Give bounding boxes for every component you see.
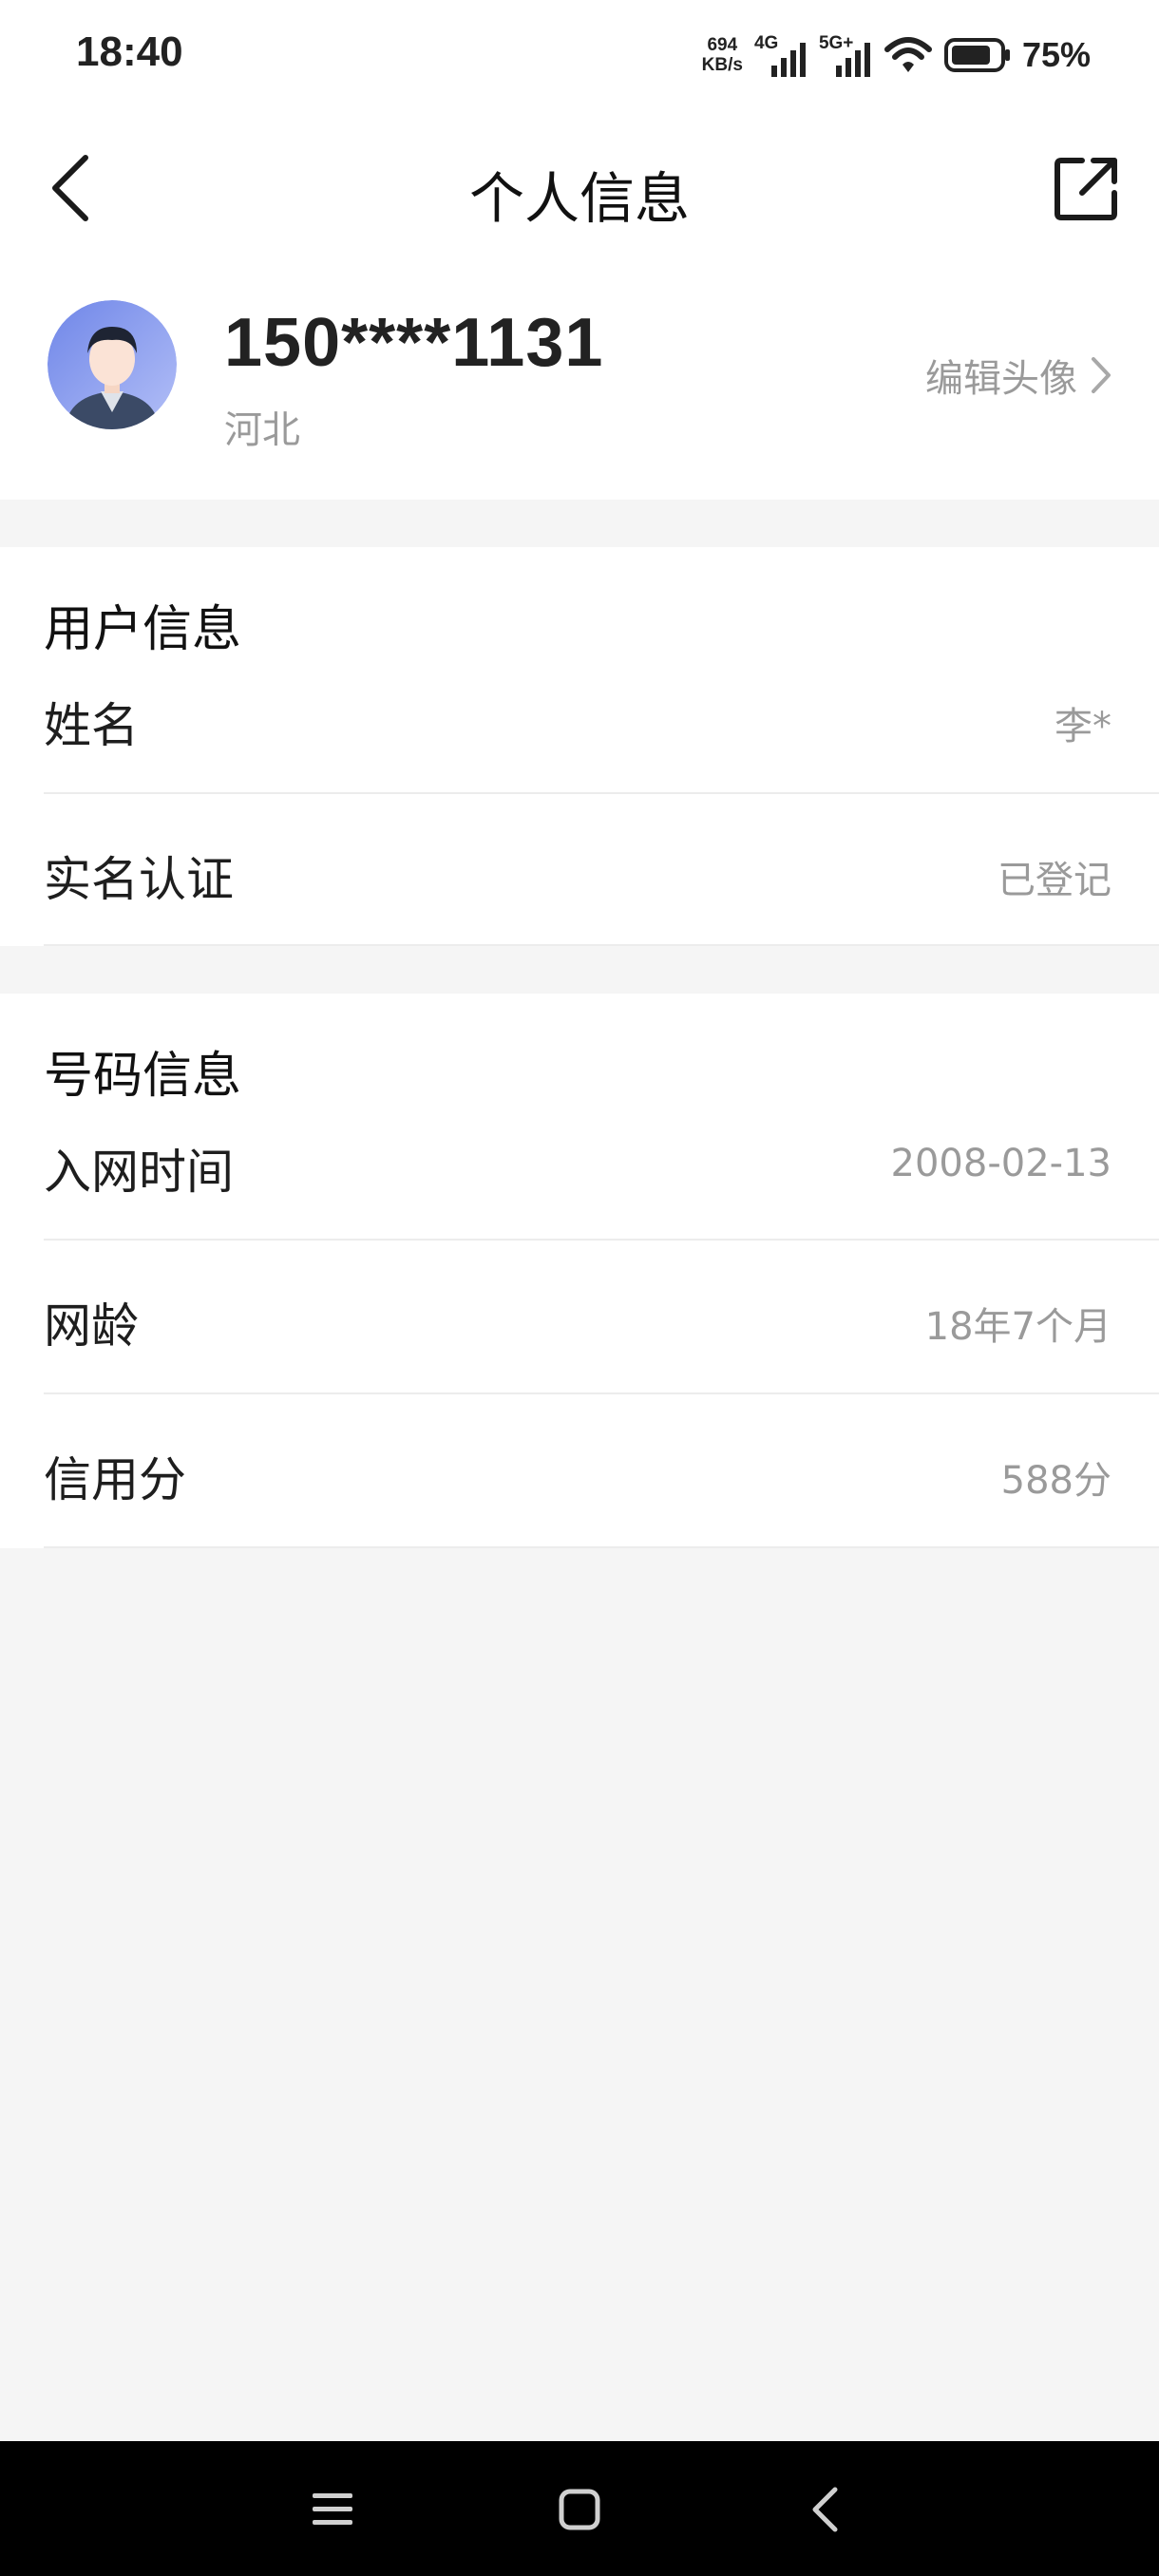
home-square-icon xyxy=(559,2489,600,2530)
profile-header: 150****1131 河北 编辑头像 xyxy=(0,268,1159,500)
home-button[interactable] xyxy=(545,2475,614,2544)
edit-avatar-button[interactable]: 编辑头像 xyxy=(925,348,1112,403)
menu-button[interactable] xyxy=(298,2475,367,2544)
back-system-button[interactable] xyxy=(790,2475,859,2544)
chevron-right-icon xyxy=(1092,357,1111,393)
row-network-age: 网龄 18年7个月 xyxy=(44,1241,1159,1394)
number-info-title: 号码信息 xyxy=(44,1048,242,1105)
section-gap xyxy=(0,946,1159,994)
row-value: 已登记 xyxy=(998,859,1112,902)
battery-percent: 75% xyxy=(1021,35,1091,74)
network-speed-unit: KB/s xyxy=(701,55,743,75)
sim2-signal-icon: 5G+ xyxy=(819,33,872,77)
row-label: 入网时间 xyxy=(44,1145,234,1200)
menu-icon xyxy=(313,2493,352,2525)
row-real-name-auth: 实名认证 已登记 xyxy=(44,794,1159,946)
page-title: 个人信息 xyxy=(468,166,690,231)
status-bar: 18:40 694 KB/s 4G 5G+ 75% xyxy=(0,0,1159,112)
avatar[interactable] xyxy=(48,300,177,429)
network-speed: 694 KB/s xyxy=(702,35,743,75)
nav-bar: 个人信息 xyxy=(0,112,1159,268)
region-label: 河北 xyxy=(224,408,300,452)
back-triangle-icon xyxy=(812,2487,838,2532)
edit-avatar-label: 编辑头像 xyxy=(925,357,1077,401)
row-credit-score: 信用分 588分 xyxy=(44,1394,1159,1548)
section-gap xyxy=(0,500,1159,547)
row-name: 姓名 李* xyxy=(44,690,1159,794)
battery-icon xyxy=(943,38,1010,72)
number-info-card: 号码信息 入网时间 2008-02-13 网龄 18年7个月 信用分 588分 xyxy=(0,994,1159,1548)
user-info-card: 用户信息 姓名 李* 实名认证 已登记 xyxy=(0,547,1159,946)
row-label: 信用分 xyxy=(44,1452,186,1507)
row-value: 18年7个月 xyxy=(924,1305,1112,1349)
status-time: 18:40 xyxy=(76,28,183,75)
sim1-signal-icon: 4G xyxy=(754,33,808,77)
row-label: 实名认证 xyxy=(44,852,234,907)
row-label: 网龄 xyxy=(44,1298,139,1354)
system-nav-bar xyxy=(0,2441,1159,2576)
row-label: 姓名 xyxy=(44,698,139,753)
row-value: 588分 xyxy=(1000,1459,1112,1503)
row-value: 2008-02-13 xyxy=(890,1142,1112,1185)
network-speed-value: 694 xyxy=(707,35,738,55)
top-area: 18:40 694 KB/s 4G 5G+ 75% 个人信息 150****11… xyxy=(0,0,1159,500)
phone-number: 150****1131 xyxy=(224,305,604,381)
status-indicators: 694 KB/s 4G 5G+ 75% xyxy=(702,28,1091,82)
share-out-icon xyxy=(1054,158,1117,220)
share-button[interactable] xyxy=(1049,150,1125,226)
wifi-icon xyxy=(884,37,932,72)
user-info-title: 用户信息 xyxy=(44,601,242,658)
row-join-date: 入网时间 2008-02-13 xyxy=(44,1136,1159,1241)
row-value: 李* xyxy=(1054,705,1112,748)
